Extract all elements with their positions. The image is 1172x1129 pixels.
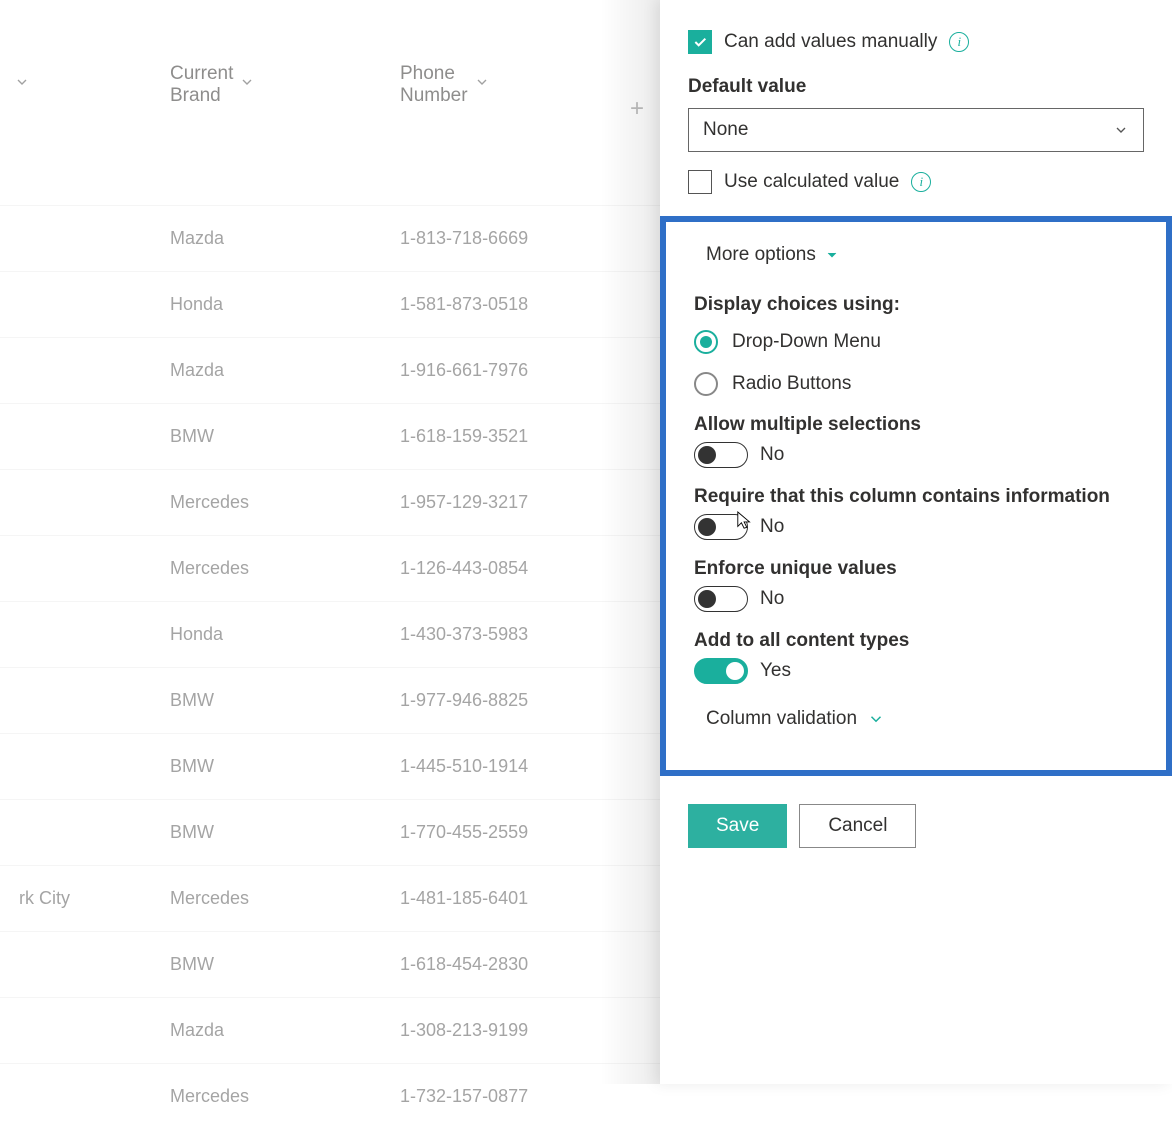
button-label: Cancel [828,815,887,837]
cell-phone: 1-581-873-0518 [400,294,630,315]
table-row[interactable]: BMW1-977-946-8825 [0,667,660,733]
enforce-unique-toggle[interactable] [694,586,748,612]
table-row[interactable]: Mazda1-308-213-9199 [0,997,660,1063]
toggle-label: Require that this column contains inform… [694,486,1138,508]
cell-phone: 1-430-373-5983 [400,624,630,645]
cell-phone: 1-977-946-8825 [400,690,630,711]
column-validation-expander[interactable]: Column validation [694,702,1138,736]
chevron-down-icon [1113,122,1129,138]
cell-phone: 1-126-443-0854 [400,558,630,579]
expander-label: Column validation [706,708,857,730]
add-column-button[interactable]: + [630,95,644,123]
cell-brand: Mercedes [170,1086,400,1107]
cell-partial: rk City [0,888,170,909]
table-body: Mazda1-813-718-6669Honda1-581-873-0518Ma… [0,205,660,1129]
table-row[interactable]: BMW1-618-159-3521 [0,403,660,469]
radio-label: Drop-Down Menu [732,331,881,353]
cancel-button[interactable]: Cancel [799,804,916,848]
button-label: Save [716,815,759,837]
radio-unchecked-icon [694,372,718,396]
cell-brand: BMW [170,822,400,843]
cell-brand: Honda [170,624,400,645]
cell-phone: 1-618-159-3521 [400,426,630,447]
cell-brand: Mercedes [170,888,400,909]
table-row[interactable]: Honda1-430-373-5983 [0,601,660,667]
toggle-label: Add to all content types [694,630,1138,652]
cell-phone: 1-957-129-3217 [400,492,630,513]
save-button[interactable]: Save [688,804,787,848]
cell-phone: 1-308-213-9199 [400,1020,630,1041]
checkbox-unchecked-icon [688,170,712,194]
table-row[interactable]: Mazda1-813-718-6669 [0,205,660,271]
table-row[interactable]: BMW1-618-454-2830 [0,931,660,997]
use-calculated-checkbox-row[interactable]: Use calculated value i [688,170,1144,194]
radio-radio-buttons[interactable]: Radio Buttons [694,372,1138,396]
table-row[interactable]: Mercedes1-732-157-0877 [0,1063,660,1129]
default-value-select[interactable]: None [688,108,1144,152]
column-settings-panel: Can add values manually i Default value … [660,0,1172,1084]
table-row[interactable]: Mercedes1-126-443-0854 [0,535,660,601]
list-table-area: Current Brand Phone Number + Mazda1-813-… [0,0,660,1084]
column-header-phone-number[interactable]: Phone Number [0,63,400,107]
table-row[interactable]: BMW1-445-510-1914 [0,733,660,799]
add-all-types-toggle[interactable] [694,658,748,684]
cell-brand: BMW [170,690,400,711]
radio-label: Radio Buttons [732,373,851,395]
table-row[interactable]: Mercedes1-957-129-3217 [0,469,660,535]
select-value: None [703,119,748,141]
more-options-highlight: More options Display choices using: Drop… [660,216,1172,776]
chevron-down-icon [824,247,840,263]
cell-brand: Mazda [170,1020,400,1041]
cell-brand: Honda [170,294,400,315]
info-icon[interactable]: i [911,172,931,192]
cell-brand: Mazda [170,228,400,249]
toggle-value: No [760,588,784,610]
toggle-label: Allow multiple selections [694,414,1138,436]
radio-dropdown-menu[interactable]: Drop-Down Menu [694,330,1138,354]
column-header-label: Phone Number [400,63,468,107]
cell-phone: 1-445-510-1914 [400,756,630,777]
allow-multiple-toggle-group: Allow multiple selections No [694,414,1138,468]
cell-brand: Mercedes [170,558,400,579]
cell-phone: 1-916-661-7976 [400,360,630,381]
require-info-toggle[interactable] [694,514,748,540]
toggle-label: Enforce unique values [694,558,1138,580]
require-info-toggle-group: Require that this column contains inform… [694,486,1138,540]
column-headers: Current Brand Phone Number [0,0,660,125]
checkbox-label: Use calculated value [724,171,899,193]
cell-phone: 1-732-157-0877 [400,1086,630,1107]
radio-checked-icon [694,330,718,354]
info-icon[interactable]: i [949,32,969,52]
cell-phone: 1-618-454-2830 [400,954,630,975]
toggle-value: Yes [760,660,791,682]
expander-label: More options [706,244,816,266]
table-row[interactable]: Mazda1-916-661-7976 [0,337,660,403]
checkbox-label: Can add values manually [724,31,937,53]
allow-multiple-toggle[interactable] [694,442,748,468]
more-options-expander[interactable]: More options [694,240,1138,270]
display-choices-label: Display choices using: [694,294,1138,316]
cell-brand: Mercedes [170,492,400,513]
table-row[interactable]: BMW1-770-455-2559 [0,799,660,865]
cell-phone: 1-481-185-6401 [400,888,630,909]
panel-button-row: Save Cancel [688,804,1144,848]
checkbox-checked-icon [688,30,712,54]
toggle-value: No [760,516,784,538]
enforce-unique-toggle-group: Enforce unique values No [694,558,1138,612]
cell-phone: 1-813-718-6669 [400,228,630,249]
toggle-value: No [760,444,784,466]
cell-brand: BMW [170,426,400,447]
default-value-label: Default value [688,76,1144,98]
chevron-down-icon [867,710,885,728]
add-all-types-toggle-group: Add to all content types Yes [694,630,1138,684]
cell-brand: BMW [170,954,400,975]
cell-brand: Mazda [170,360,400,381]
table-row[interactable]: rk CityMercedes1-481-185-6401 [0,865,660,931]
cell-phone: 1-770-455-2559 [400,822,630,843]
chevron-down-icon [474,74,490,96]
can-add-values-checkbox-row[interactable]: Can add values manually i [688,30,1144,54]
cell-brand: BMW [170,756,400,777]
table-row[interactable]: Honda1-581-873-0518 [0,271,660,337]
